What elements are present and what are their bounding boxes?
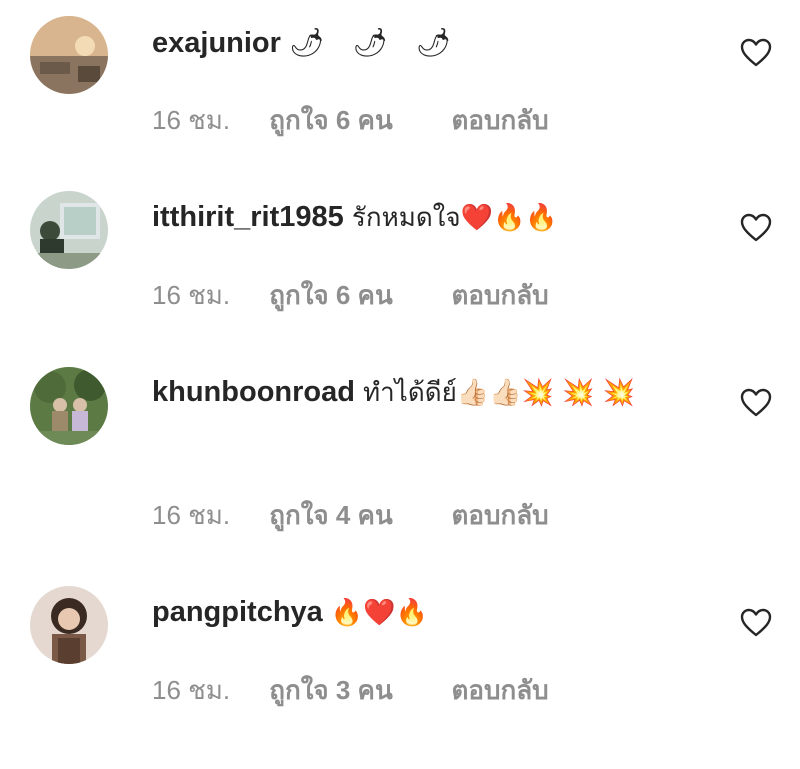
comment-meta: 16 ชม. ถูกใจ 6 คน ตอบกลับ <box>152 275 549 316</box>
avatar[interactable] <box>30 586 108 664</box>
avatar[interactable] <box>30 367 108 445</box>
comment-username[interactable]: pangpitchya <box>152 596 323 628</box>
comment-text: exajunior 🌶 🌶 🌶 <box>152 20 692 66</box>
reply-button[interactable]: ตอบกลับ <box>451 100 548 141</box>
comment-timestamp[interactable]: 16 ชม. <box>152 275 262 316</box>
reply-button[interactable]: ตอบกลับ <box>451 670 548 711</box>
comment-likes[interactable]: ถูกใจ 6 คน <box>269 275 444 316</box>
avatar-image <box>30 586 108 664</box>
comment-likes[interactable]: ถูกใจ 3 คน <box>269 670 444 711</box>
avatar[interactable] <box>30 16 108 94</box>
heart-outline-icon[interactable] <box>740 388 772 418</box>
avatar[interactable] <box>30 191 108 269</box>
comment-body: 🔥❤️🔥 <box>330 598 428 628</box>
comment-text: khunboonroad ทำได้ดีย์👍🏻👍🏻💥 💥 💥 <box>152 370 692 416</box>
comment-username[interactable]: exajunior <box>152 27 281 59</box>
comment-body: ทำได้ดีย์👍🏻👍🏻💥 💥 💥 <box>363 378 636 408</box>
comment-meta: 16 ชม. ถูกใจ 4 คน ตอบกลับ <box>152 495 549 536</box>
heart-outline-icon[interactable] <box>740 213 772 243</box>
comment-text: pangpitchya 🔥❤️🔥 <box>152 590 692 636</box>
comment-body: รักหมดใจ❤️🔥🔥 <box>351 203 558 233</box>
heart-outline-icon[interactable] <box>740 608 772 638</box>
heart-outline-icon[interactable] <box>740 38 772 68</box>
comment-text: itthirit_rit1985 รักหมดใจ❤️🔥🔥 <box>152 195 692 241</box>
reply-button[interactable]: ตอบกลับ <box>451 495 548 536</box>
comment-likes[interactable]: ถูกใจ 4 คน <box>269 495 444 536</box>
comment-meta: 16 ชม. ถูกใจ 3 คน ตอบกลับ <box>152 670 549 711</box>
comment-likes[interactable]: ถูกใจ 6 คน <box>269 100 444 141</box>
comment-timestamp[interactable]: 16 ชม. <box>152 670 262 711</box>
comment-timestamp[interactable]: 16 ชม. <box>152 495 262 536</box>
comment-timestamp[interactable]: 16 ชม. <box>152 100 262 141</box>
reply-button[interactable]: ตอบกลับ <box>451 275 548 316</box>
avatar-image <box>30 16 108 94</box>
comment-meta: 16 ชม. ถูกใจ 6 คน ตอบกลับ <box>152 100 549 141</box>
chili-pepper-icon: 🌶 🌶 🌶 <box>289 27 462 58</box>
avatar-image <box>30 191 108 269</box>
avatar-image <box>30 367 108 445</box>
comment-username[interactable]: itthirit_rit1985 <box>152 201 344 233</box>
comment-username[interactable]: khunboonroad <box>152 376 355 408</box>
